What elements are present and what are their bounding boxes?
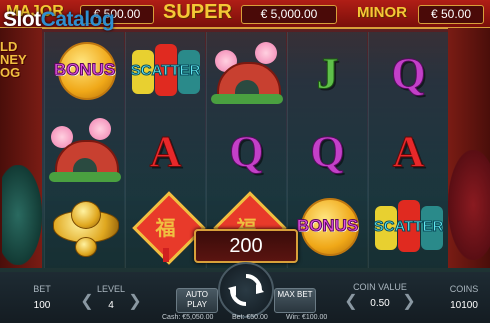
reel-5: Q A SCATTER <box>368 32 448 268</box>
coin-value-label: COIN VALUE <box>353 282 407 292</box>
bonus-text: BONUS <box>296 216 359 236</box>
letter-q-icon: Q <box>229 126 264 176</box>
level-increase-button[interactable]: ❯ <box>128 292 142 312</box>
win-amount-display: 200 <box>194 229 298 263</box>
footer-cash: Cash: €5,050.00 <box>162 314 214 321</box>
reel-2: SCATTER A 福 <box>125 32 206 268</box>
bridge-icon <box>48 118 121 184</box>
watermark-catalog: Catalog <box>40 8 115 31</box>
symbol-bonus: BONUS <box>45 34 124 112</box>
auto-play-button[interactable]: AUTO PLAY <box>176 288 218 313</box>
symbol-j: J <box>288 34 367 112</box>
spin-button[interactable] <box>218 262 274 318</box>
bet-label: BET <box>33 284 51 294</box>
right-tree-decoration <box>448 150 490 260</box>
symbol-q: Q <box>207 112 286 190</box>
game-title-line: OG <box>0 65 21 80</box>
fortune-scroll-icon: 福 <box>131 191 206 265</box>
symbol-bridge <box>45 112 124 190</box>
coins-label: COINS <box>449 284 479 294</box>
bridge-icon <box>210 40 283 106</box>
coin-value-decrease-button[interactable]: ❮ <box>344 292 358 312</box>
level-decrease-button[interactable]: ❮ <box>80 292 94 312</box>
level-label: LEVEL <box>96 284 126 294</box>
footer-win: Win: €100.00 <box>286 314 328 321</box>
coin-value-increase-button[interactable]: ❯ <box>402 292 416 312</box>
symbol-bridge <box>207 34 286 112</box>
super-jackpot-label: SUPER <box>163 1 232 23</box>
letter-q-icon: Q <box>391 48 426 98</box>
minor-jackpot-amount: € 50.00 <box>418 5 484 24</box>
bonus-text: BONUS <box>53 60 116 80</box>
letter-a-icon: A <box>392 126 425 176</box>
coins-value: 10100 <box>450 300 478 311</box>
game-title-logo: LD NEY OG <box>0 40 40 79</box>
level-value: 4 <box>108 300 114 311</box>
scatter-text: SCATTER <box>373 218 444 236</box>
left-tree-decoration <box>2 165 42 265</box>
fortune-character: 福 <box>155 218 176 240</box>
symbol-a: A <box>369 112 448 190</box>
letter-q-icon: Q <box>310 126 345 176</box>
super-jackpot-amount: € 5,000.00 <box>241 5 337 24</box>
symbol-bonus: BONUS <box>288 190 367 268</box>
letter-a-icon: A <box>149 126 182 176</box>
lantern-scatter-icon: SCATTER <box>371 194 447 264</box>
footer-bet: Bet: €50.00 <box>232 314 268 321</box>
symbol-scatter: SCATTER <box>369 190 448 268</box>
bonus-coin-icon: BONUS <box>293 194 363 264</box>
symbol-q: Q <box>288 112 367 190</box>
spin-arrows-icon <box>228 274 264 306</box>
bet-value: 100 <box>33 300 51 311</box>
symbol-gold-ingot <box>45 190 124 268</box>
bonus-coin-icon: BONUS <box>50 38 120 108</box>
symbol-scatter: SCATTER <box>126 34 205 112</box>
symbol-q: Q <box>369 34 448 112</box>
gold-ingot-icon <box>52 201 119 257</box>
scatter-text: SCATTER <box>130 62 201 80</box>
coin-value-value: 0.50 <box>370 298 390 309</box>
symbol-a: A <box>126 112 205 190</box>
minor-jackpot-label: MINOR <box>357 4 407 21</box>
reel-4: J Q BONUS <box>287 32 367 268</box>
letter-j-icon: J <box>316 48 339 98</box>
reel-1: BONUS <box>44 32 124 268</box>
max-bet-button[interactable]: MAX BET <box>274 288 316 313</box>
lantern-scatter-icon: SCATTER <box>128 38 204 108</box>
